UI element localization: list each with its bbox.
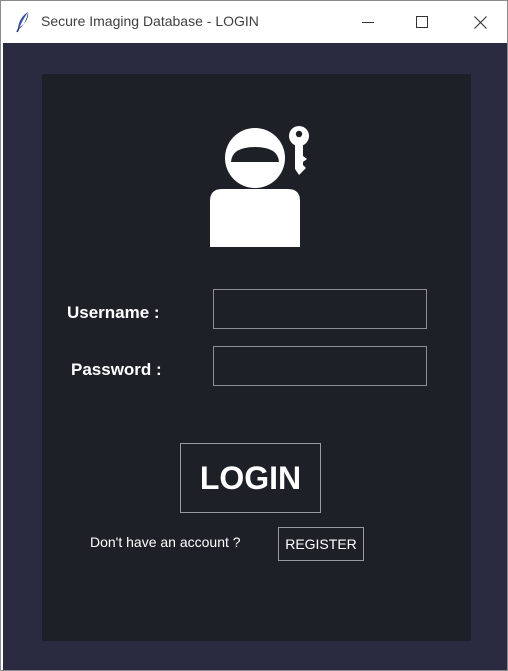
feather-app-icon — [15, 11, 31, 33]
window-title: Secure Imaging Database - LOGIN — [41, 13, 259, 29]
username-input[interactable] — [213, 289, 427, 329]
user-key-icon — [208, 125, 312, 247]
login-window: Secure Imaging Database - LOGIN Username… — [0, 0, 508, 671]
maximize-button[interactable] — [398, 2, 446, 42]
close-icon — [473, 15, 487, 29]
title-bar[interactable]: Secure Imaging Database - LOGIN — [2, 2, 507, 42]
maximize-icon — [416, 16, 428, 28]
username-label: Username : — [67, 303, 160, 322]
window-client-area: Username : Password : LOGIN Don't have a… — [3, 43, 507, 670]
no-account-text: Don't have an account ? — [90, 534, 241, 550]
close-button[interactable] — [456, 2, 504, 42]
login-panel: Username : Password : LOGIN Don't have a… — [42, 74, 471, 641]
register-button[interactable]: REGISTER — [278, 527, 364, 561]
password-input[interactable] — [213, 346, 427, 386]
minimize-button[interactable] — [344, 2, 392, 42]
minimize-icon — [362, 16, 374, 28]
password-label: Password : — [71, 360, 162, 379]
login-button[interactable]: LOGIN — [180, 443, 321, 513]
